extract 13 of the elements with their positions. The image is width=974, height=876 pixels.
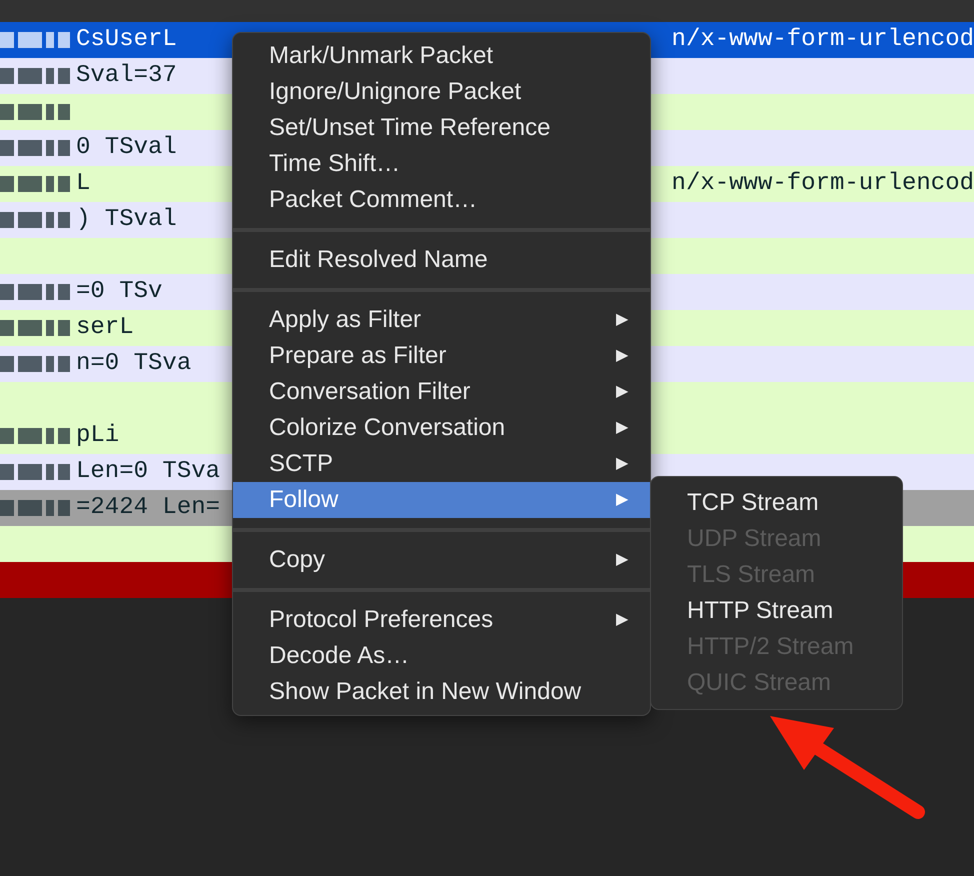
packet-info-text: ) TSval xyxy=(76,205,177,235)
packet-info-text: n=0 TSva xyxy=(76,349,192,379)
packet-info-text: =0 TSv xyxy=(76,277,162,307)
packet-info-text: CsUserL xyxy=(76,25,177,55)
packet-info-text: n/x-www-form-urlencod xyxy=(672,25,974,55)
packet-info-text: Sval=37 xyxy=(76,61,177,91)
packet-info-text: 0 TSval xyxy=(76,133,177,163)
packet-info-text: =2424 Len= xyxy=(76,493,220,523)
packet-info-text: Len=0 TSva xyxy=(76,457,220,487)
packet-info-text: serL xyxy=(76,313,134,343)
packet-info-text: n/x-www-form-urlencod xyxy=(672,169,974,199)
packet-info-text: pLi xyxy=(76,421,120,451)
packet-info-text: L xyxy=(76,169,90,199)
